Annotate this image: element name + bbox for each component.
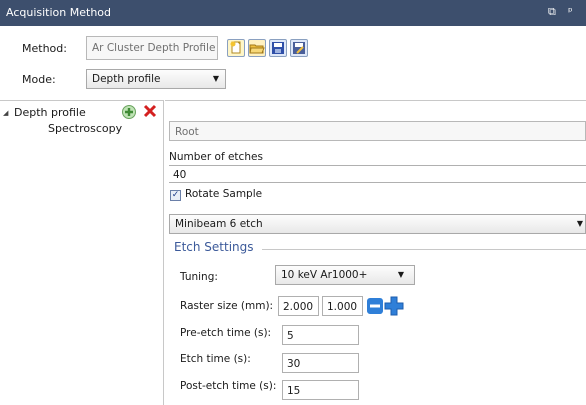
post-etch-time-input[interactable]: 15 — [282, 380, 359, 400]
etch-source-value: Minibeam 6 etch — [175, 218, 263, 230]
etch-time-label: Etch time (s): — [180, 353, 251, 365]
pre-etch-time-label: Pre-etch time (s): — [180, 327, 272, 339]
add-step-icon[interactable] — [121, 104, 137, 123]
raster-size-label: Raster size (mm): — [180, 300, 274, 312]
post-etch-time-label: Post-etch time (s): — [180, 380, 277, 392]
etch-time-input[interactable]: 30 — [282, 353, 359, 373]
number-of-etches-input[interactable]: 40 — [169, 165, 586, 183]
etch-settings-title: Etch Settings — [174, 240, 254, 254]
window-title: Acquisition Method — [6, 6, 111, 19]
pre-etch-time-input[interactable]: 5 — [282, 325, 359, 345]
decrease-raster-button[interactable] — [366, 297, 384, 318]
step-tree: ◢ Depth profile Spectroscopy — [0, 100, 164, 405]
tuning-dropdown[interactable]: 10 keV Ar1000+ ▼ — [275, 265, 415, 285]
tuning-label: Tuning: — [180, 271, 218, 283]
chevron-down-icon: ▼ — [576, 219, 583, 228]
title-bar: Acquisition Method ⧉ ᵖ — [0, 0, 586, 26]
save-icon[interactable] — [269, 39, 287, 57]
mode-dropdown-value: Depth profile — [92, 73, 161, 85]
pin-icon[interactable]: ᵖ — [568, 5, 573, 18]
open-folder-icon[interactable] — [248, 39, 266, 57]
method-label: Method: — [22, 42, 67, 55]
etch-source-dropdown[interactable]: Minibeam 6 etch ▼ — [169, 214, 586, 234]
rotate-sample-checkbox[interactable]: ✓ — [170, 190, 181, 201]
restore-window-icon[interactable]: ⧉ — [548, 5, 556, 19]
new-document-icon[interactable] — [227, 39, 245, 57]
section-divider — [262, 249, 586, 250]
chevron-down-icon: ▼ — [212, 74, 219, 83]
tuning-value: 10 keV Ar1000+ — [281, 269, 368, 281]
tree-item-spectroscopy[interactable]: Spectroscopy — [48, 122, 122, 135]
save-as-icon[interactable] — [290, 39, 308, 57]
chevron-down-icon: ▼ — [397, 270, 404, 279]
root-field[interactable]: Root — [169, 121, 586, 141]
number-of-etches-label: Number of etches — [169, 151, 263, 163]
tree-item-depth-profile[interactable]: Depth profile — [14, 106, 86, 119]
mode-dropdown[interactable]: Depth profile ▼ — [86, 69, 226, 89]
mode-label: Mode: — [22, 73, 56, 86]
delete-step-icon[interactable] — [142, 103, 158, 122]
raster-x-input[interactable]: 2.000 — [278, 296, 319, 316]
step-details-panel: Root Number of etches 40 ✓ Rotate Sample… — [165, 100, 586, 405]
increase-raster-button[interactable] — [384, 296, 404, 319]
rotate-sample-label: Rotate Sample — [185, 188, 263, 200]
raster-y-input[interactable]: 1.000 — [322, 296, 363, 316]
method-name-field[interactable]: Ar Cluster Depth Profile — [86, 36, 218, 60]
tree-expand-icon[interactable]: ◢ — [3, 109, 8, 117]
